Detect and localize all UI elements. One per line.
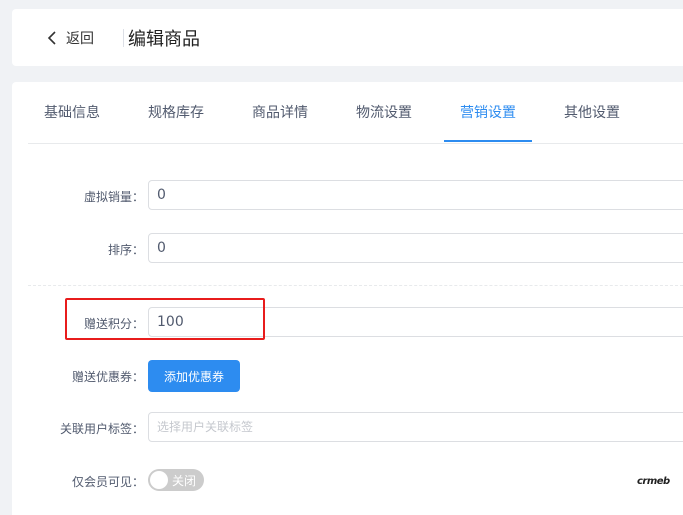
page-title: 编辑商品 <box>128 29 200 50</box>
user-tags-select[interactable]: 选择用户关联标签 <box>148 412 683 442</box>
chevron-left-icon <box>47 31 56 45</box>
tab-active-indicator <box>444 140 532 142</box>
tab-basic-info[interactable]: 基础信息 <box>44 102 100 142</box>
virtual-sales-label: 虚拟销量： <box>83 190 144 204</box>
tab-other[interactable]: 其他设置 <box>564 102 620 142</box>
members-only-label: 仅会员可见： <box>71 475 144 489</box>
tab-bar: 基础信息 规格库存 商品详情 物流设置 营销设置 其他设置 <box>28 82 683 144</box>
crmeb-logo: crmeb <box>637 476 670 487</box>
gift-coupon-label: 赠送优惠券： <box>71 370 144 384</box>
section-divider <box>28 285 683 286</box>
tab-logistics[interactable]: 物流设置 <box>356 102 412 142</box>
sort-label: 排序： <box>107 243 144 257</box>
switch-text: 关闭 <box>172 474 197 488</box>
add-coupon-button[interactable]: 添加优惠券 <box>148 360 240 392</box>
back-label: 返回 <box>66 31 94 47</box>
page: 返回 编辑商品 基础信息 规格库存 商品详情 物流设置 营销设置 其他设置 虚拟… <box>0 0 683 515</box>
user-tags-label: 关联用户标签： <box>59 422 144 436</box>
header-divider <box>123 29 124 47</box>
back-button[interactable]: 返回 <box>44 27 94 49</box>
tab-product-details[interactable]: 商品详情 <box>252 102 308 142</box>
sort-input[interactable]: 0 <box>148 233 683 263</box>
tab-marketing[interactable]: 营销设置 <box>460 102 516 142</box>
highlight-box <box>65 298 265 340</box>
virtual-sales-input[interactable]: 0 <box>148 180 683 210</box>
header-card: 返回 编辑商品 <box>12 9 683 66</box>
tab-spec-stock[interactable]: 规格库存 <box>148 102 204 142</box>
members-only-switch[interactable]: 关闭 <box>148 469 204 491</box>
main-card: 基础信息 规格库存 商品详情 物流设置 营销设置 其他设置 虚拟销量： 0 排序… <box>12 82 683 515</box>
switch-knob <box>150 471 168 489</box>
